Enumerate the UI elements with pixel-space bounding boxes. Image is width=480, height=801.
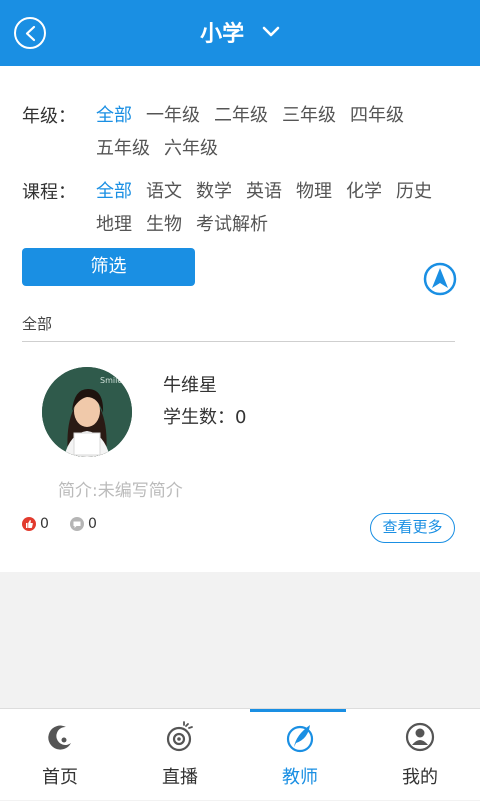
tab-live-label: 直播 — [162, 767, 198, 788]
course-option-geography[interactable]: 地理 — [96, 208, 132, 241]
view-more-button[interactable]: 查看更多 — [370, 513, 455, 543]
main-content: 年级： 全部 一年级 二年级 三年级 四年级五年级 六年级 课程： 全部 语文 数学 英语 物理化… — [0, 66, 480, 572]
avatar-photo-icon: Smile — [42, 367, 132, 457]
teacher-avatar[interactable]: Smile — [42, 367, 132, 457]
comment-icon — [70, 517, 84, 531]
grade-option-2[interactable]: 二年级 — [214, 99, 268, 132]
course-option-english[interactable]: 英语 — [246, 175, 282, 208]
teacher-intro: 简介:未编写简介 — [58, 476, 183, 501]
grade-option-6[interactable]: 六年级 — [164, 132, 218, 165]
home-moon-icon — [48, 725, 71, 750]
list-section-label: 全部 — [22, 315, 53, 333]
bottom-tab-bar: 首页 直播 教师 我的 — [0, 708, 480, 800]
divider — [22, 341, 455, 342]
student-count-value: 0 — [235, 407, 247, 428]
student-count-label: 学生数： — [163, 407, 235, 428]
course-option-chemistry[interactable]: 化学 — [346, 175, 382, 208]
page-title: 小学 — [200, 22, 245, 47]
course-option-history[interactable]: 历史 — [396, 175, 432, 208]
grade-option-5[interactable]: 五年级 — [96, 132, 150, 165]
grade-filter-label: 年级： — [22, 106, 76, 127]
scroll-top-button[interactable] — [423, 262, 457, 296]
course-option-physics[interactable]: 物理 — [296, 175, 332, 208]
filter-button[interactable]: 筛选 — [22, 248, 195, 286]
course-option-exam[interactable]: 考试解析 — [196, 208, 268, 241]
level-dropdown[interactable]: 小学 — [0, 16, 480, 48]
like-count: 0 — [40, 516, 49, 532]
course-option-chinese[interactable]: 语文 — [146, 175, 182, 208]
course-filter-label: 课程： — [22, 182, 76, 203]
grade-option-1[interactable]: 一年级 — [146, 99, 200, 132]
tab-home[interactable]: 首页 — [0, 709, 120, 801]
tab-home-label: 首页 — [42, 767, 78, 788]
intro-label: 简介: — [58, 481, 98, 501]
intro-text: 未编写简介 — [97, 481, 183, 501]
grade-option-3[interactable]: 三年级 — [282, 99, 336, 132]
tab-teacher-label: 教师 — [282, 767, 318, 788]
course-option-biology[interactable]: 生物 — [146, 208, 182, 241]
comment-stat[interactable]: 0 — [70, 516, 97, 532]
thumbs-up-icon — [22, 517, 36, 531]
chevron-down-icon — [262, 26, 280, 37]
live-camera-icon — [166, 721, 193, 752]
svg-text:Smile: Smile — [100, 376, 122, 385]
tab-teacher[interactable]: 教师 — [240, 709, 360, 801]
student-count: 学生数：0 — [163, 403, 246, 429]
navigation-arrow-icon — [423, 262, 457, 296]
tab-mine[interactable]: 我的 — [360, 709, 480, 801]
profile-icon — [405, 722, 435, 752]
course-option-math[interactable]: 数学 — [196, 175, 232, 208]
comment-count: 0 — [88, 516, 97, 532]
header-bar: 小学 — [0, 0, 480, 66]
tab-live[interactable]: 直播 — [120, 709, 240, 801]
like-stat[interactable]: 0 — [22, 516, 49, 532]
teacher-feather-icon — [286, 725, 314, 753]
grade-option-4[interactable]: 四年级 — [350, 99, 404, 132]
grade-option-all[interactable]: 全部 — [96, 99, 132, 132]
teacher-name: 牛维星 — [163, 375, 217, 396]
tab-mine-label: 我的 — [402, 767, 438, 788]
course-option-all[interactable]: 全部 — [96, 175, 132, 208]
